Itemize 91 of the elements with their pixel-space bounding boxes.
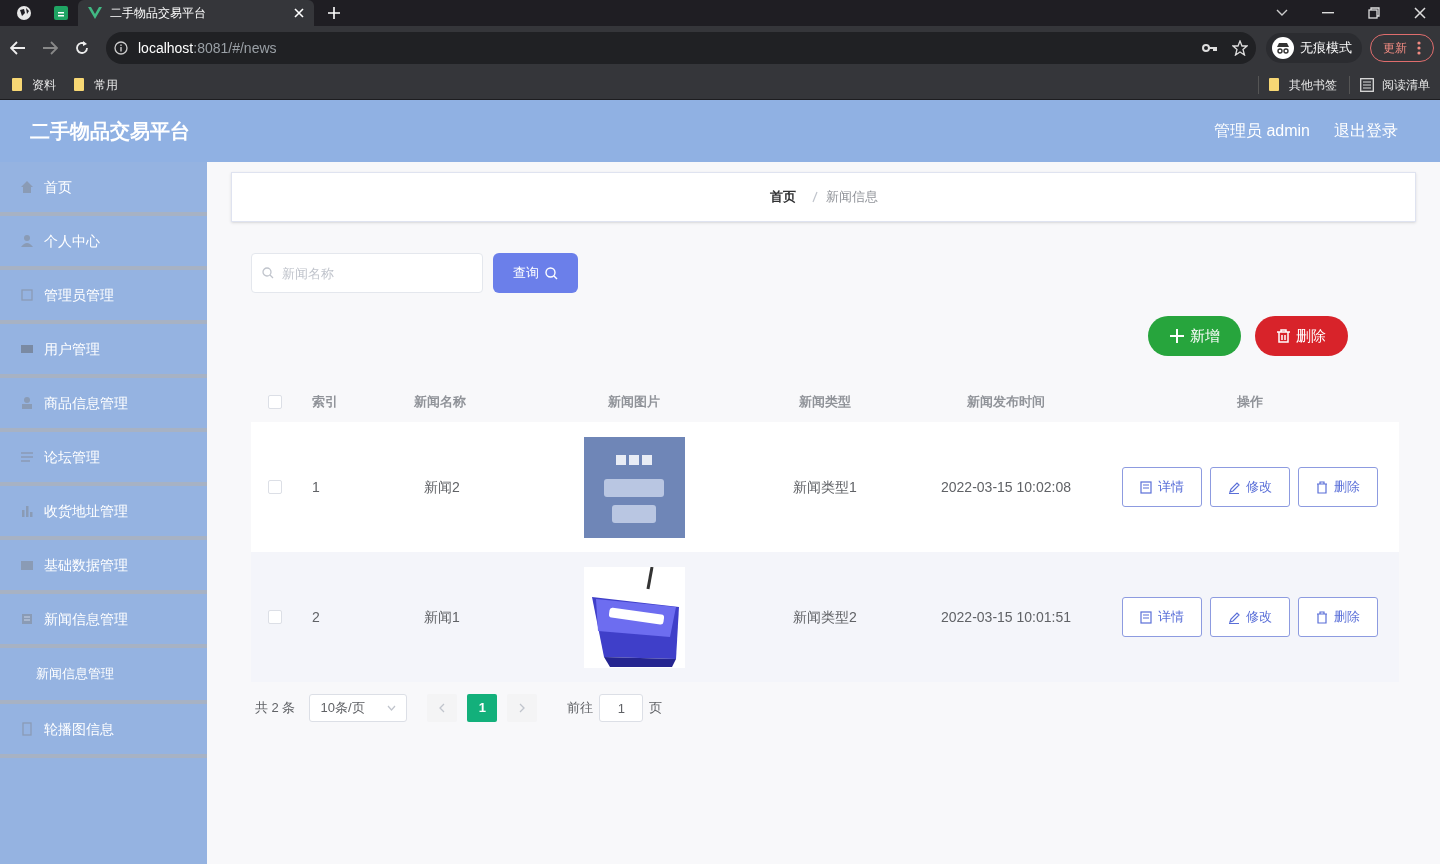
checkbox[interactable] [268, 610, 282, 624]
menu-item-icon [20, 612, 34, 626]
column-header: 新闻图片 [608, 394, 660, 410]
menu-item-icon [20, 288, 34, 302]
url-text: localhost:8081/#/news [138, 38, 277, 58]
table-cell: 2022-03-15 10:01:51 [941, 608, 1071, 625]
chevron-down-icon [387, 705, 397, 711]
edit-button[interactable]: 修改 [1210, 467, 1290, 507]
checkbox[interactable] [268, 395, 282, 409]
app-title: 二手物品交易平台 [30, 119, 190, 144]
menu-item-icon [20, 342, 34, 356]
total-count: 共 2 条 [255, 699, 296, 718]
other-bookmarks[interactable]: 其他书签 [1258, 75, 1337, 94]
menu-item-icon [20, 558, 34, 572]
search-icon [262, 267, 274, 279]
close-icon[interactable] [294, 8, 304, 18]
minimize-icon[interactable] [1322, 12, 1334, 14]
delete-row-button[interactable]: 删除 [1298, 597, 1378, 637]
table-cell: 新闻类型2 [793, 608, 857, 625]
table-cell: 2022-03-15 10:02:08 [941, 478, 1071, 495]
list-icon [1360, 77, 1374, 92]
goto-label: 前往 [567, 699, 594, 718]
forward-icon[interactable] [42, 41, 58, 55]
menu-item-icon [20, 504, 34, 518]
edit-button[interactable]: 修改 [1210, 597, 1290, 637]
globe-icon[interactable] [16, 5, 32, 21]
table-cell: 1 [312, 478, 320, 495]
bookmark[interactable]: 常用 [74, 75, 118, 94]
page-suffix: 页 [649, 699, 663, 718]
page-input[interactable]: 1 [599, 694, 644, 722]
column-header: 操作 [1237, 394, 1263, 410]
menu-item-icon [20, 234, 34, 248]
table-cell: 新闻1 [424, 608, 460, 625]
folder-icon [1269, 78, 1279, 91]
pencil-icon [1228, 480, 1240, 494]
bookmark[interactable]: 资料 [12, 75, 56, 94]
incognito-icon [1272, 37, 1294, 59]
column-header: 新闻名称 [414, 394, 466, 410]
pencil-icon [1228, 610, 1240, 624]
query-button[interactable]: 查询 [493, 253, 578, 293]
more-icon [1417, 41, 1421, 55]
column-header: 新闻发布时间 [967, 394, 1045, 410]
table-cell: 2 [312, 608, 320, 625]
delete-row-button[interactable]: 删除 [1298, 467, 1378, 507]
menu-item-icon [20, 180, 34, 194]
checkbox[interactable] [268, 480, 282, 494]
new-tab-icon[interactable] [328, 7, 340, 19]
chevron-left-icon [439, 703, 446, 713]
menu-item-icon [20, 450, 34, 464]
menu-item-icon [20, 722, 34, 736]
detail-button[interactable]: 详情 [1122, 597, 1202, 637]
column-header: 新闻类型 [799, 394, 851, 410]
search-icon [545, 266, 558, 280]
table-cell: 新闻类型1 [793, 478, 857, 495]
page-size-select[interactable]: 10条/页 [309, 694, 408, 722]
folder-icon [74, 78, 84, 91]
back-icon[interactable] [10, 41, 26, 55]
separator-icon [811, 191, 818, 203]
detail-button[interactable]: 详情 [1122, 467, 1202, 507]
folder-icon [12, 78, 22, 91]
browser-tab[interactable]: 二手物品交易平台 [78, 0, 314, 26]
user-label: 管理员 admin [1213, 121, 1310, 141]
detail-icon [1140, 610, 1152, 624]
column-header: 索引 [312, 394, 338, 410]
app-icon[interactable] [54, 6, 68, 20]
restore-icon[interactable] [1368, 7, 1380, 19]
delete-button[interactable]: 删除 [1255, 316, 1348, 356]
reload-icon[interactable] [74, 40, 90, 56]
key-icon[interactable] [1202, 43, 1218, 53]
incognito-button[interactable]: 无痕模式 [1266, 33, 1362, 63]
page-button[interactable]: 1 [467, 694, 498, 722]
address-bar[interactable]: localhost:8081/#/news [106, 32, 1256, 64]
star-icon[interactable] [1232, 40, 1248, 56]
reading-list[interactable]: 阅读清单 [1349, 75, 1430, 94]
trash-icon [1316, 480, 1328, 494]
breadcrumb-item[interactable]: 首页 [769, 187, 796, 207]
chevron-right-icon [519, 703, 526, 713]
menu-item-icon [20, 396, 34, 410]
table-cell: 新闻2 [424, 478, 460, 495]
detail-icon [1140, 480, 1152, 494]
plus-icon [1169, 329, 1184, 343]
vue-logo-icon [88, 7, 102, 19]
trash-icon [1277, 329, 1290, 343]
close-window-icon[interactable] [1414, 7, 1426, 19]
tab-title: 二手物品交易平台 [110, 5, 207, 22]
chevron-down-icon[interactable] [1276, 9, 1288, 17]
trash-icon [1316, 610, 1328, 624]
info-icon [114, 41, 128, 55]
search-field[interactable]: 新闻名称 [251, 253, 483, 293]
add-button[interactable]: 新增 [1148, 316, 1241, 356]
breadcrumb-item: 新闻信息 [825, 188, 878, 207]
